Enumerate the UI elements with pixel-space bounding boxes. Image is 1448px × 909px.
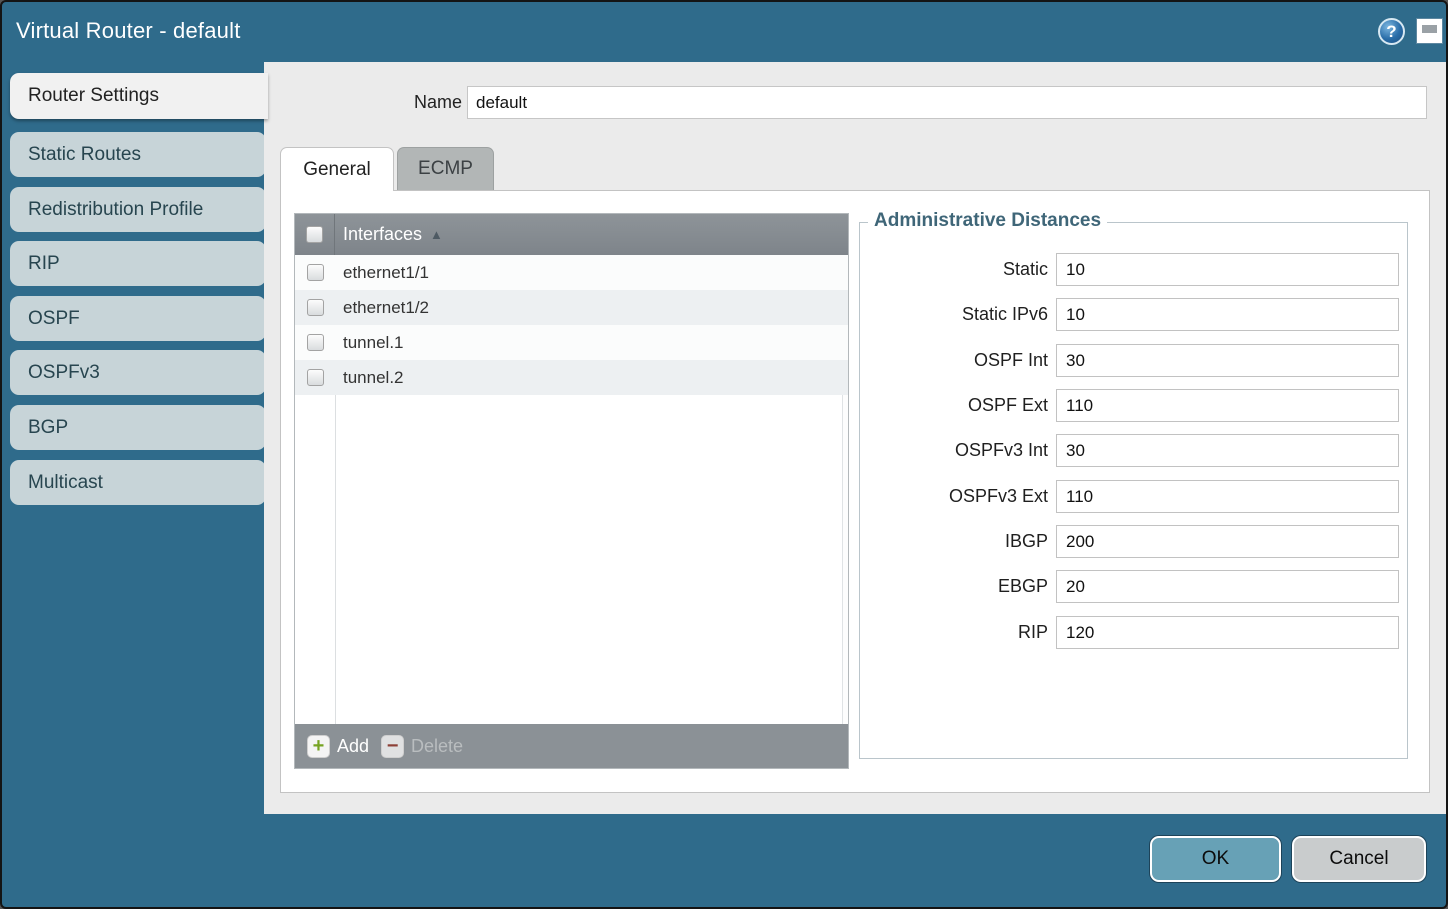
- sidebar-item-rip[interactable]: RIP: [10, 241, 266, 286]
- select-all-checkbox[interactable]: [306, 226, 323, 243]
- tab-general[interactable]: General: [280, 147, 394, 191]
- ok-button[interactable]: OK: [1150, 836, 1281, 882]
- cancel-button[interactable]: Cancel: [1292, 836, 1426, 882]
- row-checkbox[interactable]: [307, 264, 324, 281]
- ebgp-input[interactable]: [1056, 570, 1399, 603]
- ospf-int-input[interactable]: [1056, 344, 1399, 377]
- interface-name: tunnel.1: [343, 333, 404, 353]
- sidebar-item-static-routes[interactable]: Static Routes: [10, 132, 266, 177]
- ospfv3-int-input[interactable]: [1056, 434, 1399, 467]
- sidebar: Router Settings Static Routes Redistribu…: [2, 62, 264, 814]
- ospfv3-ext-input[interactable]: [1056, 480, 1399, 513]
- ospfv3-ext-label: OSPFv3 Ext: [860, 480, 1048, 513]
- ospfv3-int-label: OSPFv3 Int: [860, 434, 1048, 467]
- ibgp-input[interactable]: [1056, 525, 1399, 558]
- virtual-router-dialog: Virtual Router - default ? Router Settin…: [0, 0, 1448, 909]
- row-checkbox[interactable]: [307, 369, 324, 386]
- window-restore-icon-bar: [1422, 25, 1437, 33]
- static-label: Static: [860, 253, 1048, 286]
- interfaces-table-footer: + Add − Delete: [295, 724, 848, 768]
- administrative-distances-title: Administrative Distances: [868, 210, 1107, 232]
- content-area: Name General ECMP Interfaces ▲ ethernet1…: [264, 62, 1448, 814]
- interfaces-column-header[interactable]: Interfaces: [343, 224, 422, 245]
- interface-name: tunnel.2: [343, 368, 404, 388]
- sort-ascending-icon[interactable]: ▲: [430, 227, 443, 242]
- add-button[interactable]: + Add: [307, 735, 369, 758]
- rip-label: RIP: [860, 616, 1048, 649]
- titlebar: Virtual Router - default ?: [2, 2, 1446, 62]
- table-row[interactable]: ethernet1/1: [295, 255, 848, 290]
- sidebar-item-multicast[interactable]: Multicast: [10, 460, 266, 505]
- ospf-ext-input[interactable]: [1056, 389, 1399, 422]
- window-restore-icon[interactable]: [1417, 19, 1442, 43]
- administrative-distances-fieldset: Administrative Distances Static Static I…: [859, 222, 1408, 759]
- plus-icon: +: [307, 735, 330, 758]
- interface-name: ethernet1/2: [343, 298, 429, 318]
- interfaces-table: Interfaces ▲ ethernet1/1 ethernet1/2: [294, 213, 849, 769]
- add-button-label: Add: [337, 736, 369, 757]
- row-checkbox[interactable]: [307, 299, 324, 316]
- ibgp-label: IBGP: [860, 525, 1048, 558]
- general-tab-panel: Interfaces ▲ ethernet1/1 ethernet1/2: [280, 190, 1430, 793]
- sidebar-item-router-settings[interactable]: Router Settings: [10, 73, 268, 119]
- name-label: Name: [352, 86, 462, 119]
- sidebar-item-bgp[interactable]: BGP: [10, 405, 266, 450]
- rip-input[interactable]: [1056, 616, 1399, 649]
- sidebar-item-ospfv3[interactable]: OSPFv3: [10, 350, 266, 395]
- table-row[interactable]: ethernet1/2: [295, 290, 848, 325]
- name-input[interactable]: [467, 86, 1427, 119]
- static-ipv6-label: Static IPv6: [860, 298, 1048, 331]
- dialog-title: Virtual Router - default: [16, 18, 241, 44]
- static-input[interactable]: [1056, 253, 1399, 286]
- row-checkbox[interactable]: [307, 334, 324, 351]
- interface-name: ethernet1/1: [343, 263, 429, 283]
- ospf-int-label: OSPF Int: [860, 344, 1048, 377]
- delete-button-label: Delete: [411, 736, 463, 757]
- sidebar-item-redistribution-profile[interactable]: Redistribution Profile: [10, 187, 266, 232]
- table-row[interactable]: tunnel.2: [295, 360, 848, 395]
- interfaces-table-header: Interfaces ▲: [295, 214, 848, 255]
- ebgp-label: EBGP: [860, 570, 1048, 603]
- static-ipv6-input[interactable]: [1056, 298, 1399, 331]
- interfaces-table-body: ethernet1/1 ethernet1/2 tunnel.1 tunnel.…: [295, 255, 848, 724]
- ospf-ext-label: OSPF Ext: [860, 389, 1048, 422]
- help-icon[interactable]: ?: [1378, 18, 1405, 45]
- sidebar-item-ospf[interactable]: OSPF: [10, 296, 266, 341]
- delete-button[interactable]: − Delete: [381, 735, 463, 758]
- table-row[interactable]: tunnel.1: [295, 325, 848, 360]
- minus-icon: −: [381, 735, 404, 758]
- tab-ecmp[interactable]: ECMP: [397, 147, 494, 190]
